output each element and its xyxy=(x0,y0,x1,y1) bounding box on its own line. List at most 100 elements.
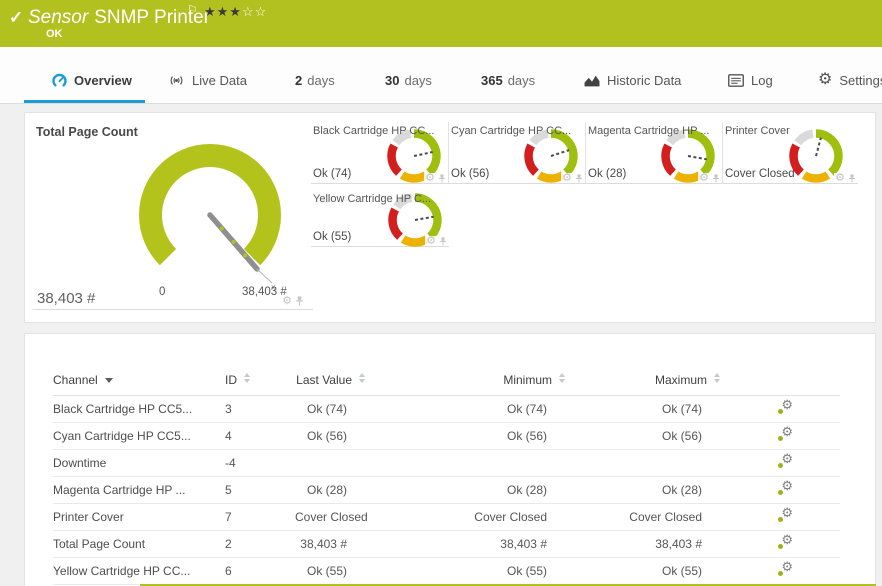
channel-value: Ok (56) xyxy=(451,168,489,180)
channel-gauge-tile-cyan-cartridge[interactable]: Cyan Cartridge HP CC... Ok (56) ⚙ xyxy=(449,122,586,184)
maximum-value: Ok (28) xyxy=(575,476,730,503)
channel-settings-icon[interactable]: ⚙ xyxy=(777,508,793,523)
sort-icon xyxy=(244,373,250,383)
channel-value: Cover Closed xyxy=(725,168,795,180)
log-icon xyxy=(728,74,744,87)
column-header-last-value[interactable]: Last Value xyxy=(295,366,375,395)
gear-icon[interactable]: ⚙ xyxy=(426,236,436,246)
channel-settings-icon[interactable]: ⚙ xyxy=(777,562,793,577)
pin-icon[interactable] xyxy=(712,174,720,183)
channel-settings-icon[interactable]: ⚙ xyxy=(777,535,793,550)
tab-365-days[interactable]: 365days xyxy=(481,70,535,90)
sort-desc-icon xyxy=(105,378,113,383)
sensor-header: ✓ SensorSNMP Printer ⚐ ★★★☆☆ OK xyxy=(0,0,882,47)
page-title: SensorSNMP Printer xyxy=(28,7,210,29)
stars-filled-icon[interactable]: ★★★ xyxy=(204,4,242,19)
tab-label: Live Data xyxy=(192,73,247,88)
tab-log[interactable]: Log xyxy=(728,70,773,90)
maximum-value: Ok (74) xyxy=(575,395,730,422)
column-header-maximum[interactable]: Maximum xyxy=(575,366,730,395)
tab-2-days[interactable]: 2days xyxy=(295,70,335,90)
channel-settings-icon[interactable]: ⚙ xyxy=(777,454,793,469)
channel-gauge-tile-yellow-cartridge[interactable]: Yellow Cartridge HP C... Ok (55) ⚙ xyxy=(311,190,449,247)
minimum-value: Ok (56) xyxy=(375,422,575,449)
gauge-title: Printer Cover xyxy=(723,122,858,137)
pin-icon[interactable] xyxy=(295,296,304,306)
tab-live-data[interactable]: Live Data xyxy=(168,70,247,90)
gauge-needle xyxy=(414,152,433,156)
channel-name: Downtime xyxy=(53,449,225,476)
gauge-needle xyxy=(688,156,707,159)
last-value: Cover Closed xyxy=(295,503,375,530)
gauge-title: Black Cartridge HP CC... xyxy=(311,122,448,137)
tab-number: 2 xyxy=(295,73,302,88)
gauge-title: Yellow Cartridge HP C... xyxy=(311,190,449,205)
last-value: Ok (28) xyxy=(295,476,375,503)
channel-id: 4 xyxy=(225,422,295,449)
channel-name: Magenta Cartridge HP ... xyxy=(53,476,225,503)
minimum-value: Ok (74) xyxy=(375,395,575,422)
maximum-value xyxy=(575,449,730,476)
tab-overview[interactable]: Overview xyxy=(52,70,132,90)
channel-id: 6 xyxy=(225,557,295,584)
channel-id: -4 xyxy=(225,449,295,476)
maximum-value: 38,403 # xyxy=(575,530,730,557)
channel-name: Total Page Count xyxy=(53,530,225,557)
channel-gauge-tile-magenta-cartridge[interactable]: Magenta Cartridge HP ... Ok (28) ⚙ xyxy=(586,122,723,184)
last-value: Ok (56) xyxy=(295,422,375,449)
last-value xyxy=(295,449,375,476)
tab-label: Historic Data xyxy=(607,73,681,88)
channel-value: Ok (28) xyxy=(588,168,626,180)
channel-gauge-tile-printer-cover[interactable]: Printer Cover Cover Closed ⚙ xyxy=(723,122,858,184)
gauge-min-label: 0 xyxy=(159,286,165,298)
tab-label: days xyxy=(508,73,535,88)
channel-id: 3 xyxy=(225,395,295,422)
column-header-minimum[interactable]: Minimum xyxy=(375,366,575,395)
table-row: Total Page Count 2 38,403 # 38,403 # 38,… xyxy=(53,530,840,557)
pin-icon[interactable] xyxy=(439,237,447,246)
gear-icon[interactable]: ⚙ xyxy=(835,173,845,183)
maximum-value: Cover Closed xyxy=(575,503,730,530)
gear-icon[interactable]: ⚙ xyxy=(282,296,292,306)
tab-label: Log xyxy=(751,73,773,88)
last-value: Ok (74) xyxy=(295,395,375,422)
minimum-value xyxy=(375,449,575,476)
channel-id: 7 xyxy=(225,503,295,530)
gauge-current-value: 38,403 # xyxy=(37,290,95,307)
channel-settings-icon[interactable]: ⚙ xyxy=(777,427,793,442)
tab-30-days[interactable]: 30days xyxy=(385,70,432,90)
channel-name: Black Cartridge HP CC5... xyxy=(53,395,225,422)
gear-icon[interactable]: ⚙ xyxy=(699,173,709,183)
column-header-id[interactable]: ID xyxy=(225,366,295,395)
priority-flag-icon[interactable]: ⚐ xyxy=(187,3,198,17)
minimum-value: 38,403 # xyxy=(375,530,575,557)
minimum-value: Cover Closed xyxy=(375,503,575,530)
table-header-row: Channel ID Last Value Minimum Maximum xyxy=(53,366,840,395)
gauge-needle xyxy=(551,150,569,156)
column-header-channel[interactable]: Channel xyxy=(53,366,225,395)
tab-label: Settings xyxy=(839,73,882,88)
channel-name: Yellow Cartridge HP CC... xyxy=(53,557,225,584)
tab-historic-data[interactable]: Historic Data xyxy=(584,70,681,90)
tab-settings[interactable]: ⚙ Settings xyxy=(818,70,882,90)
table-row: Printer Cover 7 Cover Closed Cover Close… xyxy=(53,503,840,530)
active-tab-indicator xyxy=(24,100,145,103)
gauge-icon xyxy=(52,73,67,88)
channel-settings-icon[interactable]: ⚙ xyxy=(777,400,793,415)
tab-bar: Overview Live Data 2days 30days 365days … xyxy=(0,47,882,104)
total-page-count-gauge-tile[interactable]: Total Page Count x 0 38,403 # 38,403 # ⚙ xyxy=(33,120,313,310)
channel-name: Cyan Cartridge HP CC5... xyxy=(53,422,225,449)
gear-icon[interactable]: ⚙ xyxy=(562,173,572,183)
pin-icon[interactable] xyxy=(575,174,583,183)
channels-table: Channel ID Last Value Minimum Maximum Bl… xyxy=(53,366,840,585)
gear-icon[interactable]: ⚙ xyxy=(425,173,435,183)
channel-gauge-tile-black-cartridge[interactable]: Black Cartridge HP CC... Ok (74) ⚙ xyxy=(311,122,449,184)
area-chart-icon xyxy=(584,73,600,87)
sort-icon xyxy=(559,373,565,383)
pin-icon[interactable] xyxy=(438,174,446,183)
stars-empty-icon[interactable]: ☆☆ xyxy=(242,4,267,19)
gauge-needle xyxy=(816,138,821,156)
pin-icon[interactable] xyxy=(848,174,856,183)
channel-settings-icon[interactable]: ⚙ xyxy=(777,481,793,496)
priority-rating[interactable]: ★★★☆☆ xyxy=(204,4,267,20)
